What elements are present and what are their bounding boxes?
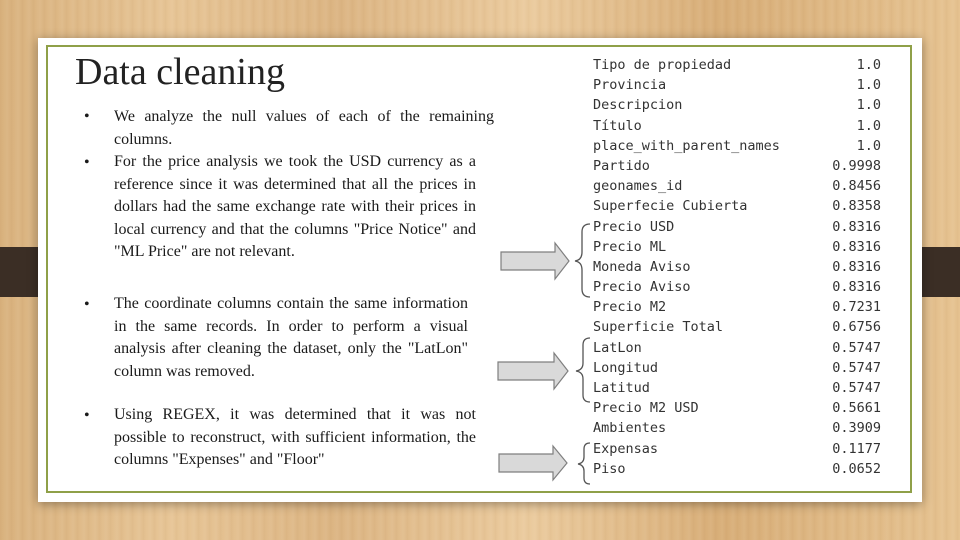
arrows-and-braces [497, 223, 591, 485]
right-arrow-icon [498, 444, 568, 482]
brace-icon [575, 337, 591, 403]
brace-icon [574, 223, 591, 298]
right-arrow-icon [497, 351, 569, 391]
slide: Data cleaning • We analyze the null valu… [38, 38, 922, 502]
right-arrow-icon [500, 241, 570, 281]
brace-icon [577, 442, 591, 485]
